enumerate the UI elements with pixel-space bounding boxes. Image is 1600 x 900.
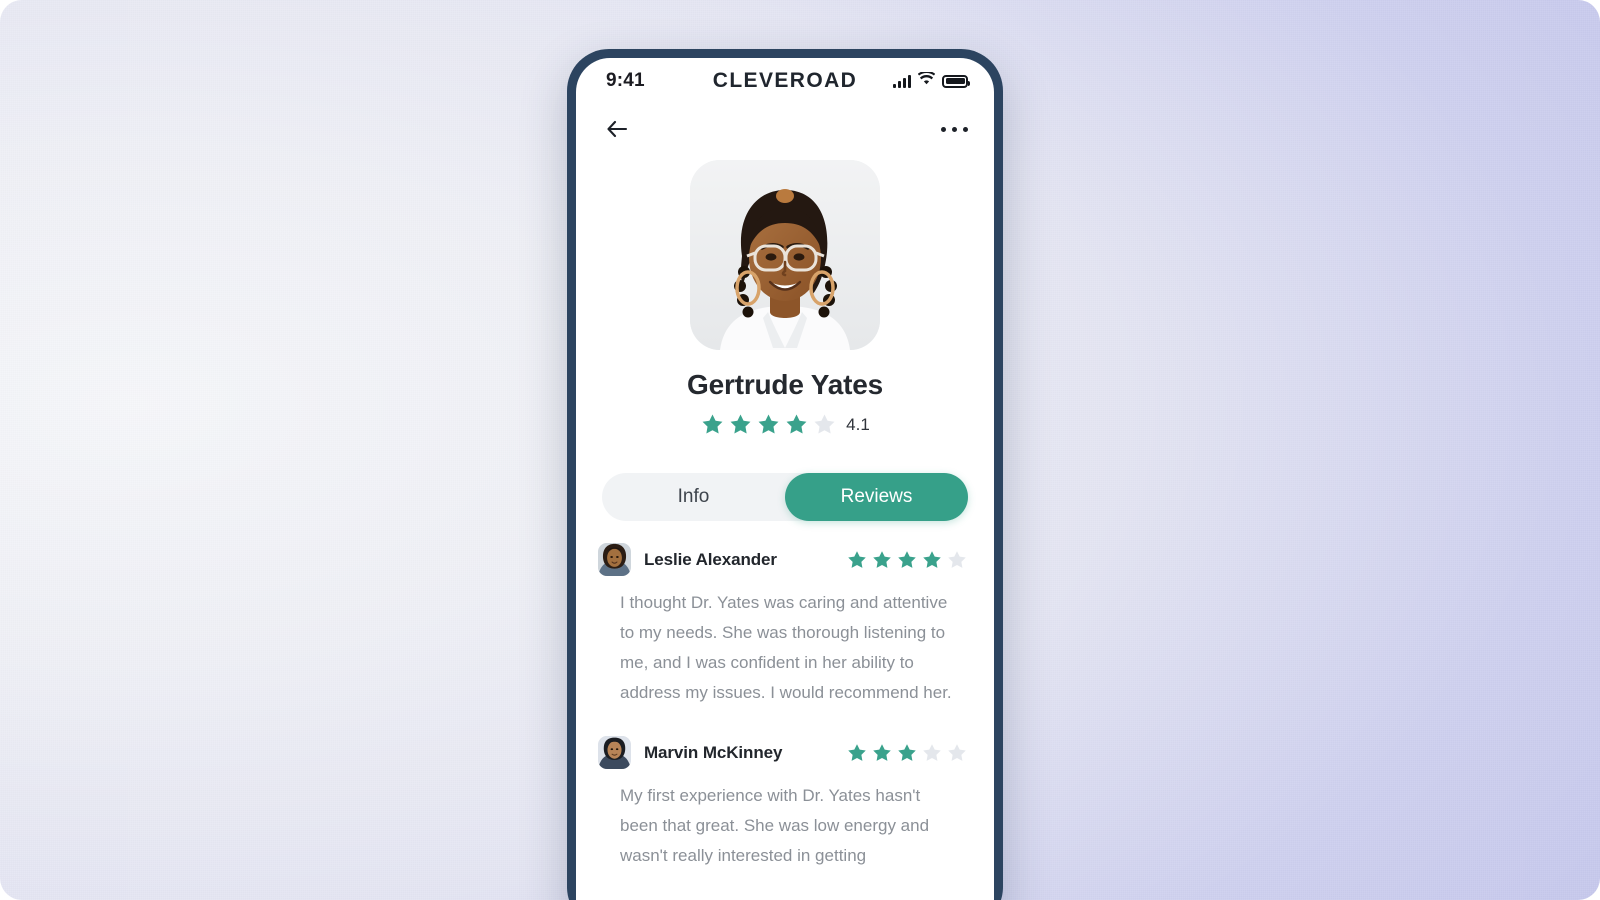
star-icon	[923, 743, 941, 761]
tab-label: Info	[677, 486, 710, 507]
star-icon	[948, 550, 966, 568]
reviewer-photo	[598, 736, 631, 769]
star-icon	[873, 743, 891, 761]
status-bar: 9:41 CLEVEROAD	[576, 58, 994, 104]
reviewer-avatar	[598, 736, 631, 769]
review-item: Leslie Alexander I thought Dr. Yates was …	[598, 543, 968, 708]
reviewer-photo	[598, 543, 631, 576]
review-header: Marvin McKinney	[598, 736, 968, 769]
battery-icon	[942, 74, 970, 88]
avatar	[690, 160, 880, 350]
review-text: My first experience with Dr. Yates hasn'…	[620, 786, 930, 865]
reviews-list: Leslie Alexander I thought Dr. Yates was …	[576, 521, 994, 871]
wifi-icon	[917, 70, 936, 90]
status-icons	[893, 70, 970, 90]
reviewer-name: Leslie Alexander	[644, 549, 777, 569]
phone-screen: 9:41 CLEVEROAD Gertrude Yates 4.1 Info R…	[576, 58, 994, 900]
reviewer-avatar	[598, 543, 631, 576]
reviewer-name: Marvin McKinney	[644, 742, 783, 762]
tab-reviews[interactable]: Reviews	[785, 473, 968, 521]
star-icon	[730, 414, 751, 434]
review-stars	[846, 549, 968, 571]
star-icon	[848, 550, 866, 568]
review-text: I thought Dr. Yates was caring and atten…	[620, 593, 952, 702]
tab-switcher: Info Reviews	[602, 473, 968, 521]
tab-label: Reviews	[840, 486, 913, 507]
star-icon	[786, 414, 807, 434]
arrow-left-icon[interactable]	[604, 116, 630, 142]
star-icon	[848, 743, 866, 761]
review-header: Leslie Alexander	[598, 543, 968, 576]
star-icon	[873, 550, 891, 568]
more-horizontal-icon[interactable]	[941, 126, 968, 132]
rating-row: 4.1	[576, 412, 994, 437]
star-icon	[898, 743, 916, 761]
nav-bar	[576, 104, 994, 154]
tab-info[interactable]: Info	[602, 473, 785, 521]
signal-icon	[893, 74, 911, 88]
rating-stars	[700, 412, 837, 437]
star-icon	[758, 414, 779, 434]
doctor-profile: Gertrude Yates 4.1	[576, 154, 994, 437]
page-canvas: 9:41 CLEVEROAD Gertrude Yates 4.1 Info R…	[0, 0, 1600, 900]
review-stars	[846, 742, 968, 764]
rating-value: 4.1	[846, 414, 870, 434]
star-icon	[702, 414, 723, 434]
star-icon	[948, 743, 966, 761]
page-title: Gertrude Yates	[687, 369, 883, 400]
star-icon	[898, 550, 916, 568]
phone-frame: 9:41 CLEVEROAD Gertrude Yates 4.1 Info R…	[567, 49, 1003, 900]
review-item: Marvin McKinney My first experience with …	[598, 736, 968, 871]
star-icon	[814, 414, 835, 434]
star-icon	[923, 550, 941, 568]
